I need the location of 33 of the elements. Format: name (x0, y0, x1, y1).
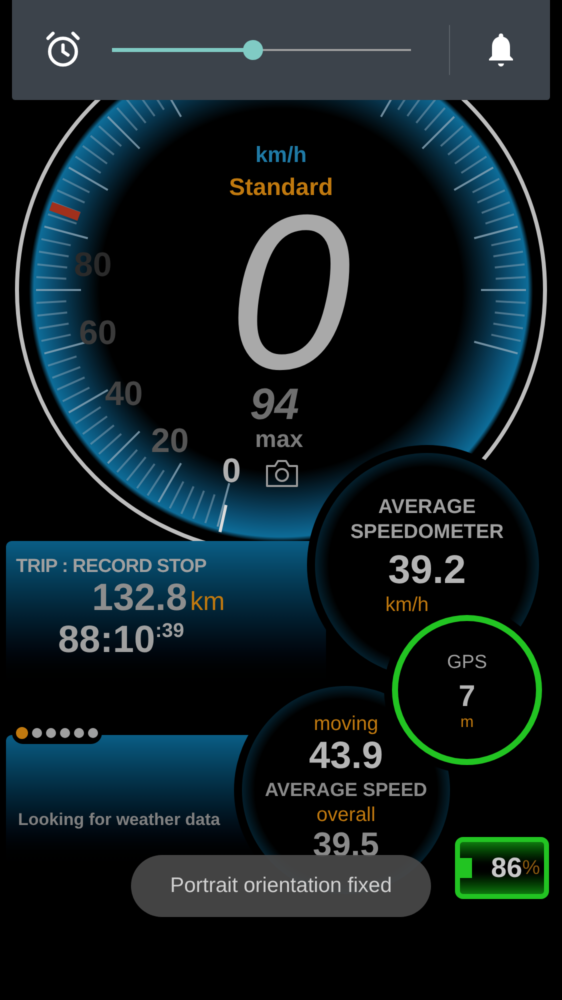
slider-thumb[interactable] (242, 40, 263, 60)
volume-slider[interactable] (112, 40, 411, 60)
speed-unit: km/h (254, 141, 308, 169)
gauge-title: SPEEDOMETER (350, 520, 504, 545)
gps-accuracy: 7 (458, 678, 476, 714)
battery-terminal (458, 858, 472, 878)
scale-label: 0 (222, 454, 241, 488)
distance-unit: km (190, 585, 225, 618)
scale-label: 40 (105, 377, 143, 411)
weather-status: Looking for weather data (18, 809, 220, 831)
trip-title: TRIP : RECORD STOP (16, 555, 206, 579)
average-speedometer-unit: km/h (385, 595, 429, 615)
max-speed: 94 (250, 383, 299, 427)
camera-icon[interactable] (265, 458, 299, 488)
trip-distance: 132.8 (92, 579, 188, 617)
battery-percent: 86 (491, 851, 522, 885)
percent-sign: % (522, 856, 540, 881)
gps-unit: m (460, 715, 474, 731)
overall-label: overall (316, 802, 376, 828)
trip-time: 88:10 (58, 621, 156, 659)
trip-time-seconds: :39 (155, 621, 184, 641)
scale-label: 60 (79, 316, 117, 350)
gps-label: GPS (446, 651, 488, 675)
gauge-title: AVERAGE (377, 495, 477, 520)
average-speed-title: AVERAGE SPEED (264, 779, 428, 803)
scale-label: 20 (151, 424, 189, 458)
average-speedometer-value: 39.2 (388, 547, 466, 594)
toast-message: Portrait orientation fixed (131, 855, 431, 917)
moving-label: moving (314, 712, 378, 738)
moving-average-value: 43.9 (309, 737, 383, 776)
max-label: max (255, 428, 304, 452)
speed-mode: Standard (228, 173, 334, 203)
current-speed: 0 (228, 205, 352, 380)
